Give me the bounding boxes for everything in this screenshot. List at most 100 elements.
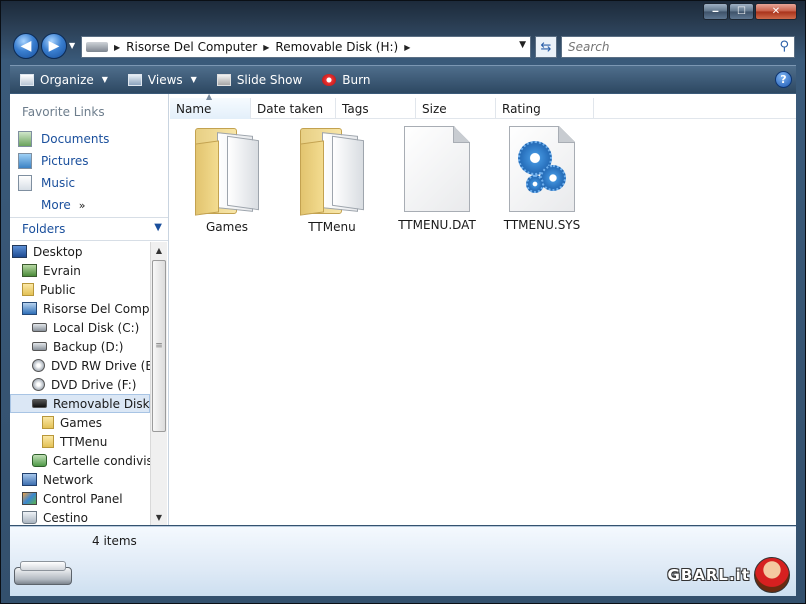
dvd-icon bbox=[32, 359, 45, 372]
column-header-label: Tags bbox=[342, 101, 369, 116]
tree-item-backup-d[interactable]: Backup (D:) bbox=[10, 337, 150, 356]
tree-item-label: Control Panel bbox=[43, 491, 123, 506]
slideshow-button[interactable]: Slide Show bbox=[207, 66, 312, 93]
favorite-documents[interactable]: Documents bbox=[18, 128, 109, 150]
tree-item-local-disk-c[interactable]: Local Disk (C:) bbox=[10, 318, 150, 337]
scroll-down-icon[interactable]: ▼ bbox=[151, 509, 167, 525]
folder-tree: Desktop Evrain Public Risorse Del Comput… bbox=[10, 242, 150, 525]
item-count: 4 items bbox=[92, 534, 137, 548]
command-toolbar: Organize ▼ Views ▼ Slide Show Burn ? bbox=[10, 65, 796, 93]
maximize-button[interactable]: ☐ bbox=[729, 3, 754, 20]
scroll-up-icon[interactable]: ▲ bbox=[151, 242, 167, 258]
views-button[interactable]: Views ▼ bbox=[118, 66, 207, 93]
column-header-rating[interactable]: Rating bbox=[496, 98, 594, 119]
favorite-label: Music bbox=[41, 176, 76, 190]
documents-icon bbox=[18, 131, 32, 147]
minimize-button[interactable]: ‒ bbox=[703, 3, 728, 20]
search-icon[interactable]: ⚲ bbox=[779, 39, 789, 54]
address-chevron-icon[interactable]: ▶ bbox=[114, 43, 120, 52]
column-header-size[interactable]: Size bbox=[416, 98, 496, 119]
tree-item-dvd-f[interactable]: DVD Drive (F:) bbox=[10, 375, 150, 394]
tree-item-label: Cartelle condivise bbox=[53, 453, 150, 468]
scrollbar-thumb[interactable]: ≡ bbox=[152, 260, 166, 432]
tree-item-desktop[interactable]: Desktop bbox=[10, 242, 150, 261]
tree-item-ttmenu[interactable]: TTMenu bbox=[10, 432, 150, 451]
folder-icon bbox=[22, 283, 34, 296]
file-item-ttmenu-sys[interactable]: TTMENU.SYS bbox=[494, 124, 590, 232]
tree-item-dvd-rw-e[interactable]: DVD RW Drive (E:) bbox=[10, 356, 150, 375]
tree-item-label: Cestino bbox=[43, 510, 88, 525]
favorite-label: Pictures bbox=[41, 154, 89, 168]
file-item-ttmenu[interactable]: TTMenu bbox=[284, 124, 380, 234]
burn-button[interactable]: Burn bbox=[312, 66, 380, 93]
views-label: Views bbox=[147, 72, 183, 87]
tree-item-evrain[interactable]: Evrain bbox=[10, 261, 150, 280]
favorite-links-title: Favorite Links bbox=[22, 105, 105, 119]
pictures-icon bbox=[18, 153, 32, 169]
column-header-tags[interactable]: Tags bbox=[336, 98, 416, 119]
refresh-button[interactable]: ⇆ bbox=[535, 36, 557, 58]
slideshow-label: Slide Show bbox=[236, 72, 303, 87]
file-label: TTMENU.SYS bbox=[503, 218, 581, 232]
chevron-down-icon: ▼ bbox=[190, 75, 197, 84]
help-button[interactable]: ? bbox=[775, 71, 792, 88]
favorite-pictures[interactable]: Pictures bbox=[18, 150, 109, 172]
address-history-dropdown-icon[interactable]: ▼ bbox=[519, 40, 526, 50]
removable-drive-icon bbox=[14, 561, 72, 587]
folder-icon bbox=[42, 416, 54, 429]
file-item-ttmenu-dat[interactable]: TTMENU.DAT bbox=[389, 124, 485, 232]
folder-icon bbox=[296, 124, 368, 216]
refresh-icon: ⇆ bbox=[540, 39, 552, 55]
drive-icon bbox=[32, 342, 47, 351]
favorite-links-list: Documents Pictures Music More » bbox=[18, 128, 109, 216]
favorite-music[interactable]: Music bbox=[18, 172, 109, 194]
recent-pages-dropdown[interactable]: ▼ bbox=[69, 41, 75, 50]
file-label: TTMenu bbox=[308, 220, 356, 234]
tree-item-computer[interactable]: Risorse Del Computer bbox=[10, 299, 150, 318]
network-icon bbox=[22, 473, 37, 486]
folder-tree-scrollbar[interactable]: ▲ ≡ ▼ bbox=[150, 242, 167, 525]
more-label: More bbox=[41, 198, 71, 212]
tree-item-cestino[interactable]: Cestino bbox=[10, 508, 150, 525]
tree-item-label: Public bbox=[40, 282, 76, 297]
tree-item-label: DVD Drive (F:) bbox=[51, 377, 137, 392]
burn-icon bbox=[322, 73, 337, 86]
user-folder-icon bbox=[22, 264, 37, 277]
address-chevron-icon[interactable]: ▶ bbox=[263, 43, 269, 52]
column-header-name[interactable]: ▲ Name bbox=[170, 92, 251, 119]
forward-button[interactable]: ▶ bbox=[41, 33, 67, 59]
address-chevron-icon[interactable]: ▶ bbox=[404, 43, 410, 52]
close-button[interactable]: ✕ bbox=[755, 3, 797, 20]
tree-item-control-panel[interactable]: Control Panel bbox=[10, 489, 150, 508]
slideshow-icon bbox=[216, 73, 231, 86]
breadcrumb-computer[interactable]: Risorse Del Computer bbox=[126, 40, 257, 54]
address-bar[interactable]: ▶ Risorse Del Computer ▶ Removable Disk … bbox=[81, 36, 531, 58]
column-header-date-taken[interactable]: Date taken bbox=[251, 98, 336, 119]
folders-header[interactable]: Folders ▼ bbox=[10, 217, 168, 241]
file-item-games[interactable]: Games bbox=[179, 124, 275, 234]
file-list-pane: ▲ Name Date taken Tags Size Rating Games… bbox=[170, 92, 796, 525]
breadcrumb-removable-disk[interactable]: Removable Disk (H:) bbox=[275, 40, 398, 54]
column-header-label: Rating bbox=[502, 101, 541, 116]
tree-item-removable-disk-h[interactable]: Removable Disk (H:) bbox=[10, 394, 150, 413]
organize-button[interactable]: Organize ▼ bbox=[10, 66, 118, 93]
address-drive-icon bbox=[86, 42, 108, 52]
system-file-gear-icon bbox=[509, 126, 575, 212]
tree-item-label: Desktop bbox=[33, 244, 83, 259]
desktop-icon bbox=[12, 245, 27, 258]
search-input[interactable] bbox=[568, 40, 768, 54]
tree-item-public[interactable]: Public bbox=[10, 280, 150, 299]
tree-item-cartelle-condivise[interactable]: Cartelle condivise bbox=[10, 451, 150, 470]
recycle-bin-icon bbox=[22, 511, 37, 524]
back-button[interactable]: ◀ bbox=[13, 33, 39, 59]
caption-buttons: ‒ ☐ ✕ bbox=[703, 3, 797, 20]
favorite-more[interactable]: More » bbox=[18, 194, 109, 216]
views-icon bbox=[127, 73, 142, 86]
tree-item-games[interactable]: Games bbox=[10, 413, 150, 432]
forward-arrow-icon: ▶ bbox=[48, 38, 60, 54]
mascot-logo-icon bbox=[754, 557, 790, 593]
drive-icon bbox=[32, 323, 47, 332]
tree-item-network[interactable]: Network bbox=[10, 470, 150, 489]
main-area: Favorite Links Documents Pictures Music … bbox=[10, 92, 796, 525]
watermark-text: GBARL.it bbox=[667, 566, 750, 584]
